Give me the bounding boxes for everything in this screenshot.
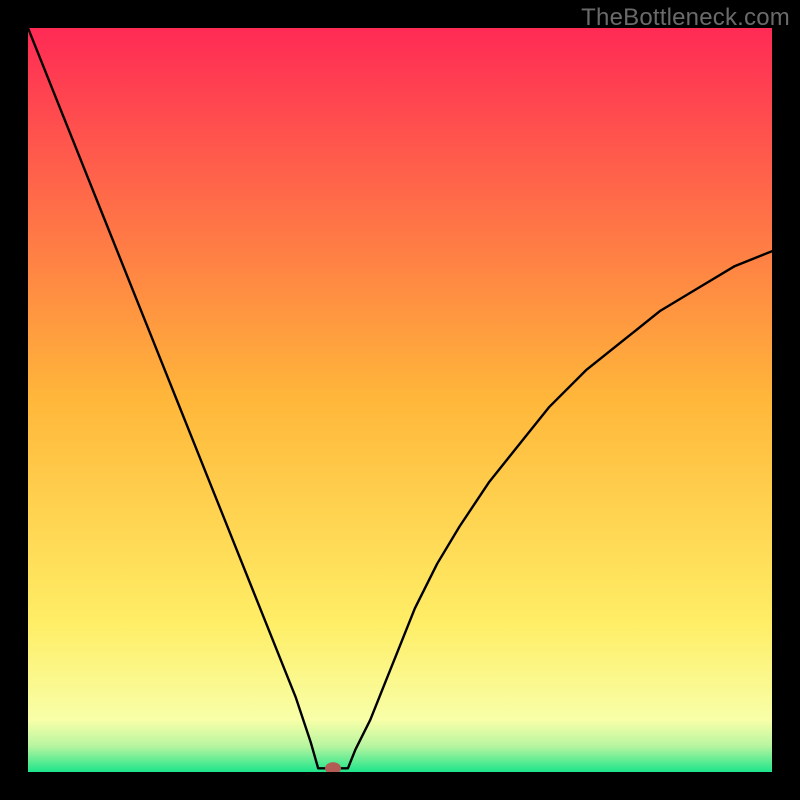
watermark-text: TheBottleneck.com — [581, 4, 790, 32]
plot-background — [28, 28, 772, 772]
bottleneck-plot — [28, 28, 772, 772]
chart-frame: TheBottleneck.com — [0, 0, 800, 800]
